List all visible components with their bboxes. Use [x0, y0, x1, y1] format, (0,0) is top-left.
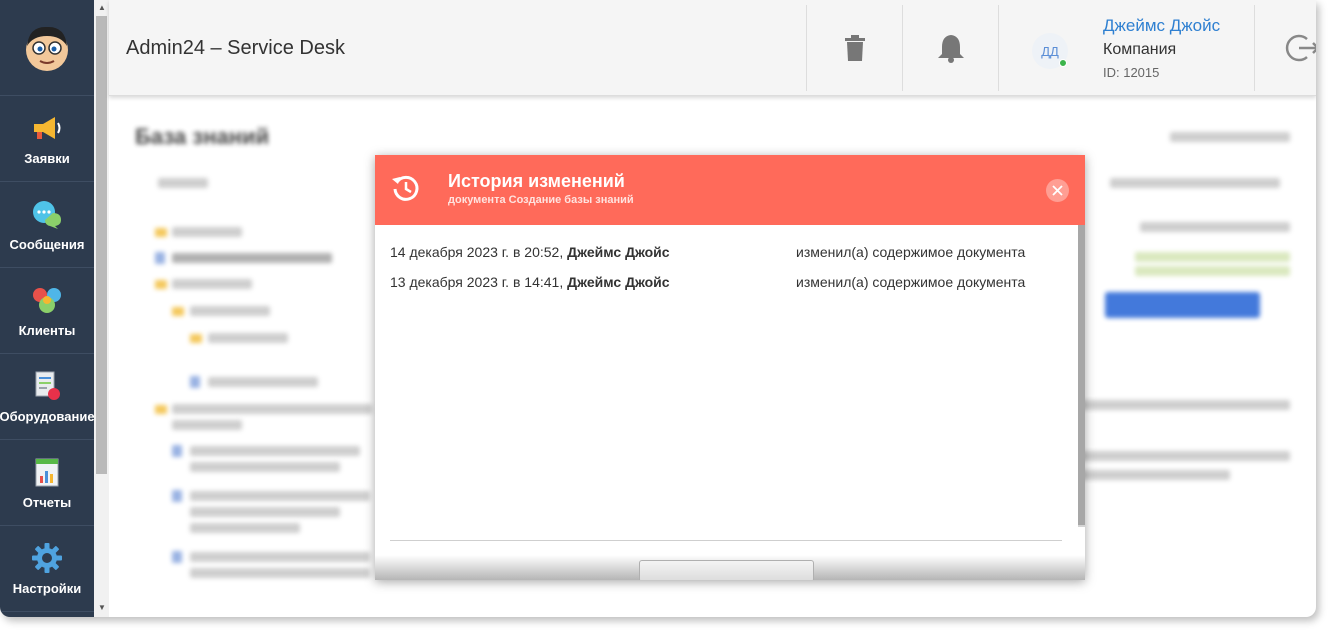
gear-icon — [30, 541, 64, 575]
avatar-initials: ДД — [1041, 43, 1059, 59]
document-icon — [155, 252, 165, 264]
document-icon — [172, 490, 182, 502]
modal-scrollbar[interactable] — [1078, 225, 1085, 527]
modal-title: История изменений — [448, 171, 625, 191]
sidebar-item-label: Оборудование — [0, 409, 95, 424]
folder-icon — [172, 307, 184, 316]
sidebar-item-label: Сообщения — [9, 237, 85, 252]
modal-subtitle: документа Создание базы знаний — [448, 194, 634, 206]
divider — [390, 540, 1062, 541]
blurred-tree-item — [190, 446, 360, 456]
scroll-up-icon[interactable]: ▲ — [98, 3, 106, 12]
chat-icon — [30, 197, 64, 231]
scrollbar-thumb[interactable] — [96, 16, 107, 474]
bell-icon — [937, 35, 964, 63]
blurred-tree-item — [208, 333, 288, 343]
blurred-tree-item — [172, 279, 252, 289]
list-item: 13 декабря 2023 г. в 14:41, Джеймс Джойс… — [390, 274, 1070, 290]
blurred-tree-item — [190, 491, 370, 501]
sidebar-item-label: Клиенты — [18, 323, 76, 338]
trash-icon — [844, 35, 865, 61]
history-modal: История изменений документа Создание баз… — [375, 155, 1085, 580]
app-window: Заявки Сообщения Клиенты Оборудование От… — [0, 0, 1316, 617]
blurred-tree-item — [190, 306, 270, 316]
reports-icon — [30, 455, 64, 489]
history-icon — [391, 173, 421, 208]
sidebar-item-settings[interactable]: Настройки — [0, 526, 94, 612]
scrollbar-thumb[interactable] — [1078, 225, 1085, 525]
blurred-text — [1080, 470, 1230, 480]
history-list: 14 декабря 2023 г. в 20:52, Джеймс Джойс… — [375, 225, 1085, 580]
sidebar-item-clients[interactable]: Клиенты — [0, 268, 94, 354]
equipment-icon — [30, 369, 64, 403]
modal-footer — [375, 555, 1085, 580]
close-icon — [1052, 185, 1063, 196]
history-action: изменил(а) содержимое документа — [796, 274, 1026, 290]
blurred-toolbar-icons — [1110, 178, 1280, 188]
blurred-date — [1135, 252, 1290, 262]
scroll-down-icon[interactable]: ▼ — [98, 603, 106, 612]
sidebar-item-messages[interactable]: Сообщения — [0, 182, 94, 268]
blurred-user-selector — [1170, 132, 1290, 142]
sidebar-item-equipment[interactable]: Оборудование — [0, 354, 95, 440]
footer-button[interactable] — [639, 560, 814, 580]
blurred-tree-item — [190, 462, 340, 472]
sidebar-item-reports[interactable]: Отчеты — [0, 440, 94, 526]
logout-icon — [1285, 34, 1316, 62]
blurred-text — [1080, 451, 1290, 461]
sidebar-item-label: Заявки — [24, 151, 70, 166]
blurred-tree-item — [208, 377, 318, 387]
blurred-tree-item — [172, 420, 242, 430]
folder-icon — [155, 405, 167, 414]
history-action: изменил(а) содержимое документа — [796, 244, 1026, 260]
folder-icon — [190, 334, 202, 343]
close-button[interactable] — [1046, 179, 1069, 202]
document-icon — [190, 376, 200, 388]
blurred-tree-item — [172, 404, 372, 414]
logo[interactable] — [0, 0, 94, 96]
clients-icon — [30, 283, 64, 317]
history-author: Джеймс Джойс — [567, 244, 670, 260]
blurred-tree-item — [172, 227, 242, 237]
sidebar: Заявки Сообщения Клиенты Оборудование От… — [0, 0, 95, 617]
top-header: Admin24 – Service Desk ДД Джеймс Джойс К… — [109, 0, 1316, 96]
mascot-logo-icon — [26, 26, 68, 71]
page-title: База знаний — [135, 124, 270, 149]
history-author: Джеймс Джойс — [567, 274, 670, 290]
list-item: 14 декабря 2023 г. в 20:52, Джеймс Джойс… — [390, 244, 1070, 260]
user-name-link[interactable]: Джеймс Джойс — [1103, 16, 1220, 36]
folder-icon — [155, 280, 167, 289]
blurred-tree-item — [190, 507, 340, 517]
blurred-date — [1135, 266, 1290, 276]
history-date: 13 декабря 2023 г. в 14:41, — [390, 274, 568, 290]
blurred-tree-item — [190, 552, 370, 562]
logout-button[interactable] — [1254, 5, 1316, 91]
app-title: Admin24 – Service Desk — [126, 37, 345, 59]
blurred-text — [1080, 400, 1290, 410]
blurred-edit-button — [1105, 292, 1260, 318]
blurred-tree-item — [172, 253, 332, 263]
avatar[interactable]: ДД — [1032, 33, 1068, 69]
online-status-icon — [1059, 59, 1067, 67]
user-company: Компания — [1103, 41, 1177, 58]
notifications-button[interactable] — [902, 5, 998, 91]
megaphone-icon — [30, 111, 64, 145]
blurred-tree-item — [190, 568, 370, 578]
modal-header: История изменений документа Создание баз… — [375, 155, 1085, 225]
history-date: 14 декабря 2023 г. в 20:52, — [390, 244, 568, 260]
user-profile[interactable]: ДД Джеймс Джойс Компания ID: 12015 — [998, 5, 1254, 91]
sidebar-item-requests[interactable]: Заявки — [0, 96, 94, 182]
document-icon — [172, 551, 182, 563]
trash-button[interactable] — [806, 5, 902, 91]
sidebar-item-label: Отчеты — [22, 495, 72, 510]
blurred-action-icons — [1140, 222, 1290, 232]
folder-icon — [155, 228, 167, 237]
sidebar-item-label: Настройки — [12, 581, 82, 596]
user-id: ID: 12015 — [1103, 65, 1160, 80]
page-scrollbar[interactable]: ▲ ▼ — [94, 0, 109, 617]
blurred-toolbar — [158, 178, 208, 188]
blurred-tree-item — [190, 523, 300, 533]
document-icon — [172, 445, 182, 457]
